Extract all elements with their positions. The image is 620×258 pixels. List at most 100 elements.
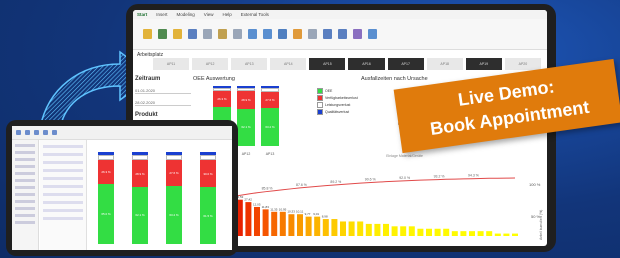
workstation-step[interactable]: AP13 [231, 58, 268, 70]
pareto-bar[interactable] [391, 226, 398, 236]
ribbon-toolbar [133, 19, 547, 50]
ribbon-tab[interactable]: Start [137, 12, 147, 17]
pareto-bar[interactable] [374, 223, 381, 236]
workstation-step[interactable]: AP20 [504, 58, 541, 70]
workstation-step[interactable]: AP11 [153, 58, 190, 70]
oee-bar-segment [213, 87, 231, 92]
workstation-step[interactable]: AP12 [192, 58, 229, 70]
product-label: Produkt [135, 112, 158, 118]
pareto-bar[interactable] [477, 231, 484, 236]
pareto-bar-label: 10,33 [287, 210, 295, 214]
ribbon-tab[interactable]: Modeling [177, 12, 195, 17]
enter-data-icon[interactable] [203, 29, 212, 39]
workstation-steps: AP11 AP12 AP13 AP14 AP15 AP16 AP17 AP18 AP19 AP20 [153, 58, 541, 70]
pareto-bar[interactable] [245, 202, 252, 236]
toolbar-icon[interactable] [16, 130, 21, 135]
pareto-bar[interactable] [314, 216, 321, 236]
pareto-bar[interactable] [271, 211, 278, 236]
small-oee-segment [166, 154, 182, 161]
oee-bar[interactable]: 63.2 % 27.6 % [261, 86, 279, 146]
oee-bar[interactable]: 62.1 % 28.9 % [237, 86, 255, 146]
oee-bar-segment [261, 87, 279, 92]
excel-icon[interactable] [158, 29, 167, 39]
publish-icon[interactable] [368, 29, 377, 39]
oee-chart-title: OEE Auswertung [193, 76, 235, 82]
sensitivity-icon[interactable] [353, 29, 362, 39]
toolbar-icon[interactable] [25, 130, 30, 135]
pareto-bar[interactable] [365, 223, 372, 236]
pareto-bar[interactable] [331, 219, 338, 236]
ribbon-tab[interactable]: View [204, 12, 214, 17]
small-oee-segment [132, 152, 148, 155]
toolbar-icon[interactable] [43, 130, 48, 135]
more-visuals-icon[interactable] [308, 29, 317, 39]
pareto-bar[interactable] [417, 228, 424, 236]
quick-measure-icon[interactable] [338, 29, 347, 39]
pareto-bar[interactable] [340, 221, 346, 236]
pareto-side-label: Anteil kumuliert (%) [539, 209, 543, 240]
workstation-step[interactable]: AP18 [426, 58, 463, 70]
pareto-bar[interactable] [348, 221, 355, 236]
small-oee-bar[interactable]: 63.2 % 27.6 % [166, 152, 182, 244]
pareto-bar[interactable] [451, 231, 458, 236]
pareto-bar[interactable] [486, 231, 493, 236]
pareto-cumulative-label: 87.6 % [296, 183, 307, 187]
pareto-bar[interactable] [512, 233, 518, 236]
recent-sources-icon[interactable] [233, 29, 242, 39]
workstation-step[interactable]: AP17 [387, 58, 424, 70]
workstation-step[interactable]: AP14 [270, 58, 307, 70]
workstation-step[interactable]: AP16 [348, 58, 385, 70]
pareto-bar[interactable] [434, 228, 441, 236]
pareto-bar[interactable] [460, 231, 467, 236]
small-oee-bar[interactable]: 62.1 % 28.9 % [132, 152, 148, 244]
legend-swatch [317, 95, 323, 102]
pareto-bar[interactable] [426, 228, 432, 236]
pareto-bar[interactable] [322, 219, 329, 236]
pareto-cumulative-label: 89.2 % [330, 180, 341, 184]
new-measure-icon[interactable] [323, 29, 332, 39]
pareto-bar[interactable] [469, 231, 475, 236]
pareto-bar[interactable] [494, 233, 501, 236]
pareto-bar[interactable] [254, 206, 260, 236]
text-box-icon[interactable] [293, 29, 302, 39]
oee-bar-segment: 62.1 % [237, 108, 255, 146]
oee-bar-segment [237, 87, 255, 92]
oee-bar-segment: 63.2 % [261, 108, 279, 146]
small-oee-segment [132, 154, 148, 161]
workstation-step[interactable]: AP15 [309, 58, 346, 70]
ribbon-tab[interactable]: Insert [156, 12, 167, 17]
toolbar-icon[interactable] [52, 130, 57, 135]
refresh-icon[interactable] [263, 29, 272, 39]
pareto-bar[interactable] [503, 233, 510, 236]
pareto-bar[interactable] [443, 228, 450, 236]
pareto-bar[interactable] [305, 216, 312, 236]
pareto-bar[interactable] [400, 226, 407, 236]
small-oee-segment [200, 152, 216, 155]
ribbon-tab[interactable]: External Tools [241, 12, 269, 17]
paste-icon[interactable] [143, 29, 152, 39]
date-to-field[interactable]: 28.02.2020 [135, 100, 191, 106]
pareto-bar[interactable] [357, 221, 364, 236]
pareto-cumulative-label: 92.0 % [399, 176, 410, 180]
legend-swatch [317, 88, 323, 95]
oee-bar-segment [261, 86, 279, 88]
small-oee-bar[interactable]: 61.5 % 30.0 % [200, 152, 216, 244]
dataset-icon[interactable] [173, 29, 182, 39]
workstation-step[interactable]: AP19 [465, 58, 502, 70]
sql-icon[interactable] [188, 29, 197, 39]
pareto-bar[interactable] [288, 214, 295, 236]
pareto-bar[interactable] [279, 211, 286, 236]
pareto-bar[interactable] [297, 214, 303, 236]
pareto-bar[interactable] [383, 223, 389, 236]
new-visual-icon[interactable] [278, 29, 287, 39]
date-from-field[interactable]: 01.01.2020 [135, 88, 191, 94]
transform-icon[interactable] [248, 29, 257, 39]
dataverse-icon[interactable] [218, 29, 227, 39]
oee-bar-segment [213, 86, 231, 88]
small-oee-bar[interactable]: 65.0 % 26.3 % [98, 152, 114, 244]
toolbar-icon[interactable] [34, 130, 39, 135]
pareto-bar[interactable] [262, 209, 269, 236]
pareto-bar[interactable] [408, 226, 415, 236]
ribbon-tab[interactable]: Help [222, 12, 231, 17]
small-screen: 65.0 % 26.3 % 62.1 % 28.9 % 63.2 % 27.6 % 61.5… [12, 126, 232, 250]
